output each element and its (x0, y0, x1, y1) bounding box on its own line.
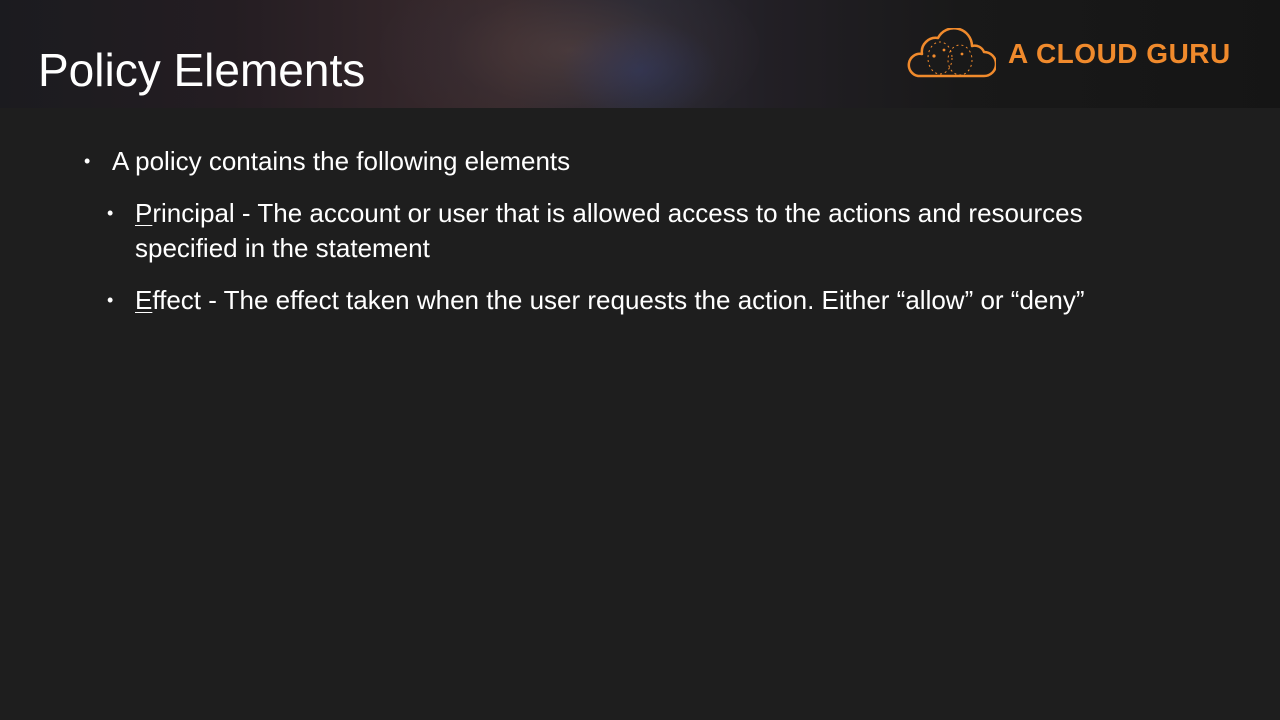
slide: Policy Elements A CLOUD GURU • A policy … (0, 0, 1280, 720)
bullet-marker: • (107, 290, 114, 310)
bullet-effect: Effect - The effect taken when the user … (135, 283, 1145, 318)
bullet-principal-text: rincipal - The account or user that is a… (135, 198, 1083, 263)
bullet-effect-text: ffect - The effect taken when the user r… (152, 285, 1085, 315)
bullet-marker: • (107, 203, 114, 223)
bullet-effect-initial: E (135, 285, 153, 315)
bullet-marker: • (84, 151, 91, 171)
bullet-principal: Principal - The account or user that is … (135, 196, 1115, 266)
slide-body: • A policy contains the following elemen… (0, 0, 1280, 720)
bullet-principal-initial: P (135, 198, 153, 228)
bullet-level1: A policy contains the following elements (112, 146, 571, 176)
